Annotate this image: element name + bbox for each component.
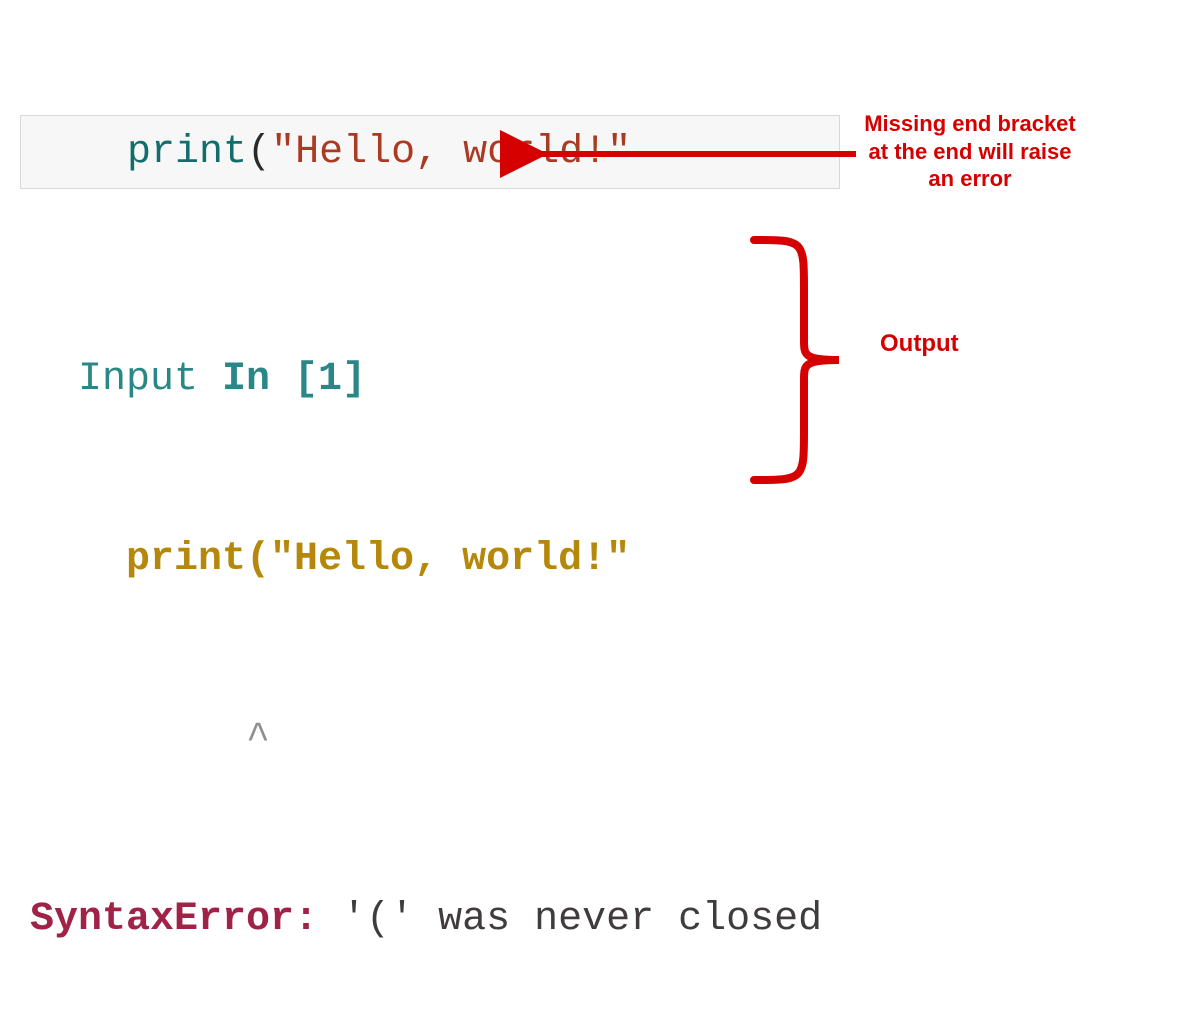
tok-func: print [127,130,247,175]
output-code-echo: print("Hello, world!" [30,530,822,590]
output-error-line: SyntaxError: '(' was never closed [30,890,822,950]
annotation-missing-bracket: Missing end bracket at the end will rais… [860,110,1080,193]
output-caret-line: ^ [30,710,822,770]
output-echo-text: print("Hello, world!" [30,537,630,582]
error-type: SyntaxError: [30,897,318,942]
caret-pointer: ^ [30,717,270,762]
tok-open-paren: ( [247,130,271,175]
output-header-index: In [1] [222,357,366,402]
arrow-icon [524,140,864,168]
output-header: Input In [1] [30,350,822,410]
annotation-output-label: Output [880,330,959,358]
error-message: '(' was never closed [318,897,822,942]
output-header-prefix: Input [30,357,222,402]
output-area: Input In [1] print("Hello, world!" ^ Syn… [30,230,822,1010]
brace-icon [744,230,864,490]
